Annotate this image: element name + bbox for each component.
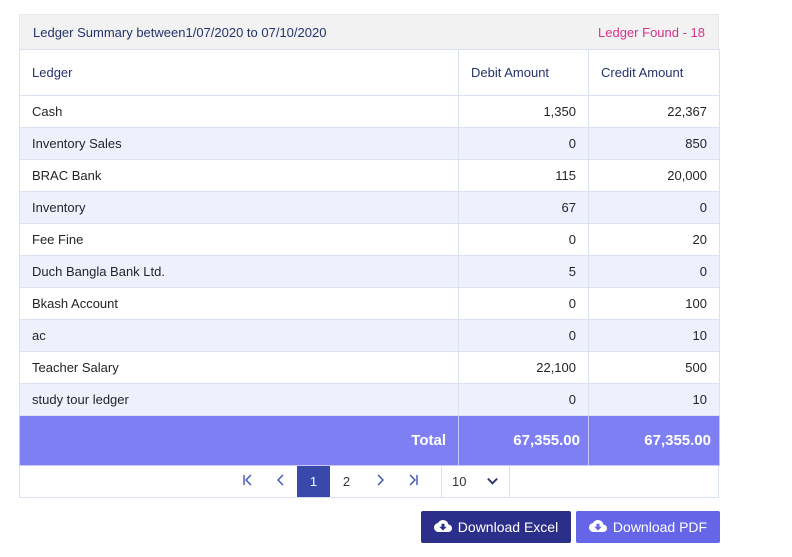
download-pdf-label: Download PDF [612,519,708,535]
table-row: Teacher Salary 22,100 500 [19,351,720,384]
credit-amount: 0 [588,255,720,288]
prev-page-icon [274,473,288,490]
credit-amount: 20 [588,223,720,256]
credit-amount: 20,000 [588,159,720,192]
debit-amount: 5 [458,255,589,288]
page-size-select[interactable]: 10 [441,466,510,497]
table-row: study tour ledger 0 10 [19,383,720,416]
credit-amount: 100 [588,287,720,320]
ledger-table: Ledger Debit Amount Credit Amount Cash 1… [19,49,720,466]
paginator: 1 2 10 [231,466,510,497]
ledger-name: Fee Fine [19,223,459,256]
next-page-icon [373,473,387,490]
column-header-ledger: Ledger [19,49,459,96]
first-page-icon [241,473,255,490]
table-header-row: Ledger Debit Amount Credit Amount [19,49,720,96]
page-size-value: 10 [452,474,467,489]
ledger-name: Inventory Sales [19,127,459,160]
summary-header: Ledger Summary between1/07/2020 to 07/10… [19,14,719,49]
last-page-button[interactable] [396,466,429,497]
download-excel-button[interactable]: Download Excel [421,511,571,543]
ledger-name: BRAC Bank [19,159,459,192]
table-row: BRAC Bank 115 20,000 [19,159,720,192]
ledger-found-count: Ledger Found - 18 [598,24,705,40]
ledger-summary-panel: Ledger Summary between1/07/2020 to 07/10… [19,14,720,498]
debit-amount: 0 [458,287,589,320]
pagination-bar: 1 2 10 [19,466,719,498]
debit-amount: 0 [458,319,589,352]
total-debit: 67,355.00 [458,415,589,466]
download-excel-label: Download Excel [457,519,559,535]
table-row: Fee Fine 0 20 [19,223,720,256]
cloud-download-icon [433,517,452,538]
credit-amount: 0 [588,191,720,224]
next-page-button[interactable] [363,466,396,497]
last-page-icon [406,473,420,490]
credit-amount: 10 [588,383,720,416]
credit-amount: 22,367 [588,95,720,128]
credit-amount: 850 [588,127,720,160]
table-row: Bkash Account 0 100 [19,287,720,320]
ledger-name: study tour ledger [19,383,459,416]
ledger-name: Teacher Salary [19,351,459,384]
download-pdf-button[interactable]: Download PDF [576,511,720,543]
debit-amount: 0 [458,127,589,160]
credit-amount: 10 [588,319,720,352]
column-header-debit: Debit Amount [458,49,589,96]
summary-title: Ledger Summary between1/07/2020 to 07/10… [33,24,327,40]
ledger-name: Inventory [19,191,459,224]
prev-page-button[interactable] [264,466,297,497]
debit-amount: 115 [458,159,589,192]
page-2-button[interactable]: 2 [330,466,363,497]
ledger-name: Bkash Account [19,287,459,320]
table-row: Inventory 67 0 [19,191,720,224]
debit-amount: 0 [458,383,589,416]
ledger-name: Cash [19,95,459,128]
debit-amount: 1,350 [458,95,589,128]
debit-amount: 67 [458,191,589,224]
debit-amount: 22,100 [458,351,589,384]
ledger-name: Duch Bangla Bank Ltd. [19,255,459,288]
table-row: ac 0 10 [19,319,720,352]
debit-amount: 0 [458,223,589,256]
table-row: Inventory Sales 0 850 [19,127,720,160]
first-page-button[interactable] [231,466,264,497]
cloud-download-icon [588,517,607,538]
ledger-name: ac [19,319,459,352]
page-1-button[interactable]: 1 [297,466,330,497]
credit-amount: 500 [588,351,720,384]
total-credit: 67,355.00 [588,415,720,466]
table-row: Cash 1,350 22,367 [19,95,720,128]
chevron-down-icon [486,474,499,490]
column-header-credit: Credit Amount [588,49,720,96]
table-row: Duch Bangla Bank Ltd. 5 0 [19,255,720,288]
total-label: Total [19,415,459,466]
total-row: Total 67,355.00 67,355.00 [19,415,720,466]
